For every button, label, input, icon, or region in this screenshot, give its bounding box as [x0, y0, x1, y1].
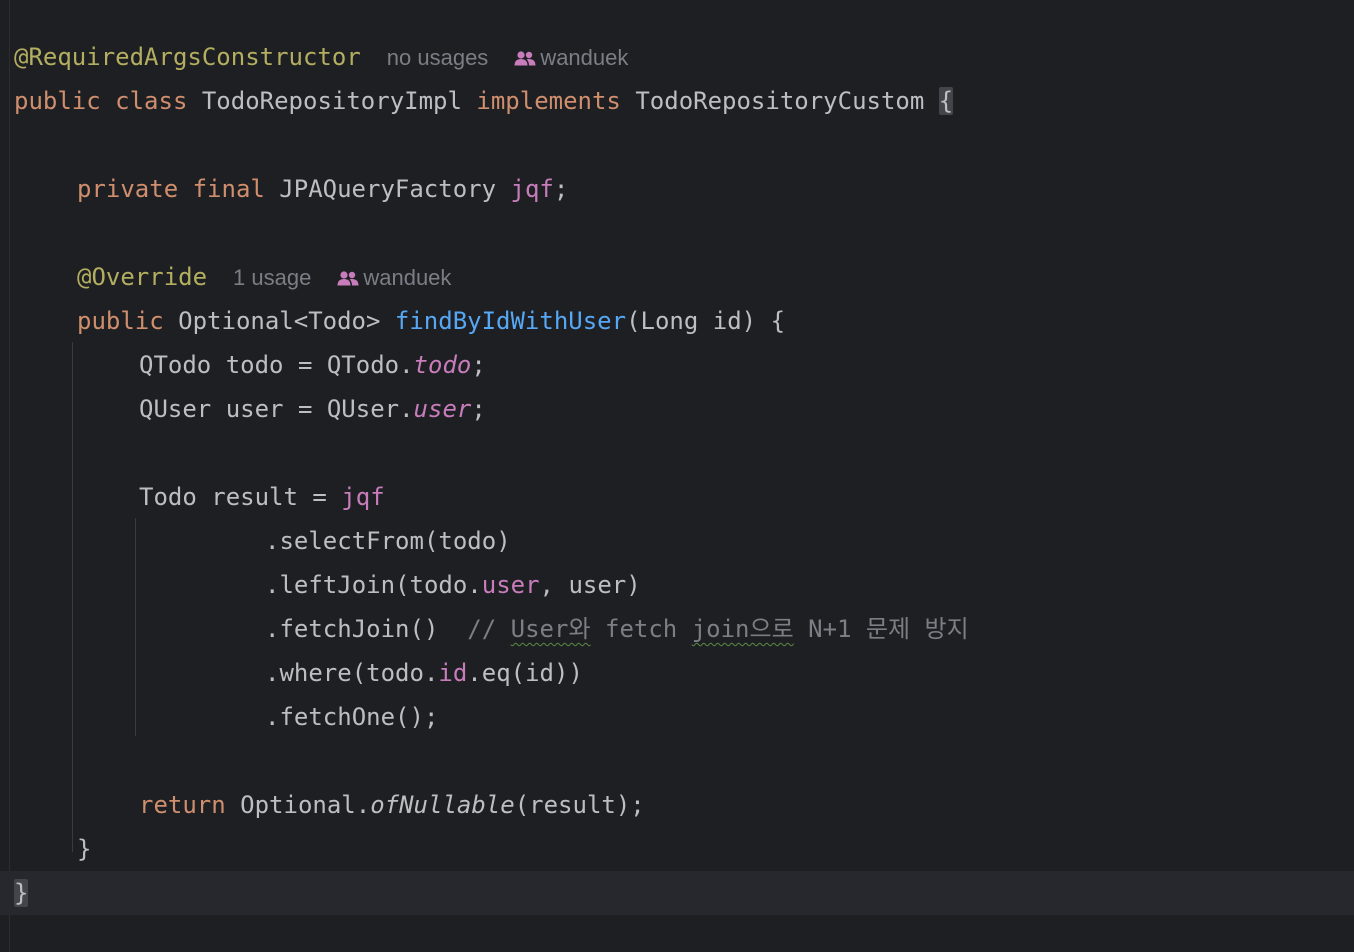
code-token: Optional<Todo>: [163, 307, 395, 335]
code-line[interactable]: .leftJoin(todo.user, user): [14, 563, 1354, 607]
code-line[interactable]: QUser user = QUser.user;: [14, 387, 1354, 431]
code-line[interactable]: [14, 739, 1354, 783]
code-token: jqf: [510, 175, 554, 203]
code-line[interactable]: .where(todo.id.eq(id)): [14, 651, 1354, 695]
code-token: findByIdWithUser: [394, 307, 627, 335]
code-line[interactable]: QTodo todo = QTodo.todo;: [14, 343, 1354, 387]
code-token: jqf: [341, 483, 385, 511]
code-line[interactable]: [14, 431, 1354, 475]
code-token: .selectFrom(todo): [265, 527, 511, 555]
code-line[interactable]: .fetchOne();: [14, 695, 1354, 739]
indent-guide: [72, 342, 73, 852]
author-hint[interactable]: wanduek: [337, 265, 451, 290]
code-token: QUser user = QUser.: [139, 395, 414, 423]
code-token: QTodo todo = QTodo.: [139, 351, 414, 379]
code-line[interactable]: }: [14, 827, 1354, 871]
code-line[interactable]: [14, 211, 1354, 255]
code-token: public: [14, 87, 101, 115]
code-token: todo: [413, 351, 472, 379]
code-token: @RequiredArgsConstructor: [14, 43, 361, 71]
code-token: .leftJoin(todo.: [265, 571, 482, 599]
code-token: .where(todo.: [265, 659, 439, 687]
code-token: Optional.: [225, 791, 371, 819]
code-token: (Long id) {: [626, 307, 786, 335]
code-token: (result);: [514, 791, 645, 819]
code-line[interactable]: }: [0, 871, 1354, 915]
code-token: Todo result =: [139, 483, 342, 511]
code-token: user: [481, 571, 540, 599]
code-token: {: [938, 87, 954, 115]
usages-hint[interactable]: 1 usage: [233, 265, 311, 290]
code-token: ;: [471, 395, 486, 423]
code-token: id: [438, 659, 468, 687]
code-token: .fetchJoin(): [265, 615, 468, 643]
code-token: ;: [553, 175, 569, 203]
code-token: user: [413, 395, 472, 423]
code-token: TodoRepositoryImpl: [187, 87, 477, 115]
code-token: , user): [539, 571, 641, 599]
editor-gutter-edge: [0, 0, 10, 952]
code-line[interactable]: private final JPAQueryFactory jqf;: [14, 167, 1354, 211]
code-line[interactable]: .fetchJoin() // User와 fetch join으로 N+1 문…: [14, 607, 1354, 651]
author-name: wanduek: [363, 265, 452, 290]
code-token: TodoRepositoryCustom: [620, 87, 939, 115]
code-token: ;: [471, 351, 486, 379]
code-line[interactable]: [14, 123, 1354, 167]
code-token: final: [192, 175, 265, 203]
code-comment-token: join으로: [691, 615, 794, 643]
code-line[interactable]: return Optional.ofNullable(result);: [14, 783, 1354, 827]
code-line[interactable]: public class TodoRepositoryImpl implemen…: [14, 79, 1354, 123]
code-token: private: [77, 175, 179, 203]
people-icon: [514, 37, 536, 66]
code-token: ofNullable: [370, 791, 515, 819]
code-comment-token: fetch: [590, 615, 692, 643]
people-icon: [337, 257, 359, 286]
code-line[interactable]: .selectFrom(todo): [14, 519, 1354, 563]
code-token: implements: [476, 87, 621, 115]
code-token: }: [14, 879, 29, 907]
code-token: }: [77, 835, 92, 863]
code-area[interactable]: @RequiredArgsConstructor no usages wanduek…: [0, 35, 1354, 915]
code-line[interactable]: @RequiredArgsConstructor no usages wanduek: [14, 35, 1354, 79]
usages-hint[interactable]: no usages: [387, 45, 489, 70]
code-line[interactable]: @Override 1 usage wanduek: [14, 255, 1354, 299]
code-token: .eq(id)): [467, 659, 583, 687]
indent-guide: [135, 518, 136, 736]
code-line[interactable]: Todo result = jqf: [14, 475, 1354, 519]
author-hint[interactable]: wanduek: [514, 45, 628, 70]
code-comment-token: User와: [510, 615, 591, 643]
author-name: wanduek: [540, 45, 629, 70]
code-editor[interactable]: @RequiredArgsConstructor no usages wanduek…: [0, 0, 1354, 952]
code-line[interactable]: public Optional<Todo> findByIdWithUser(L…: [14, 299, 1354, 343]
code-token: .fetchOne();: [265, 703, 439, 731]
code-token: @Override: [77, 263, 208, 291]
code-token: class: [115, 87, 188, 115]
code-token: return: [139, 791, 226, 819]
code-token: public: [77, 307, 164, 335]
code-comment-token: //: [467, 615, 511, 643]
code-token: JPAQueryFactory: [264, 175, 511, 203]
code-comment-token: N+1 문제 방지: [793, 615, 969, 643]
